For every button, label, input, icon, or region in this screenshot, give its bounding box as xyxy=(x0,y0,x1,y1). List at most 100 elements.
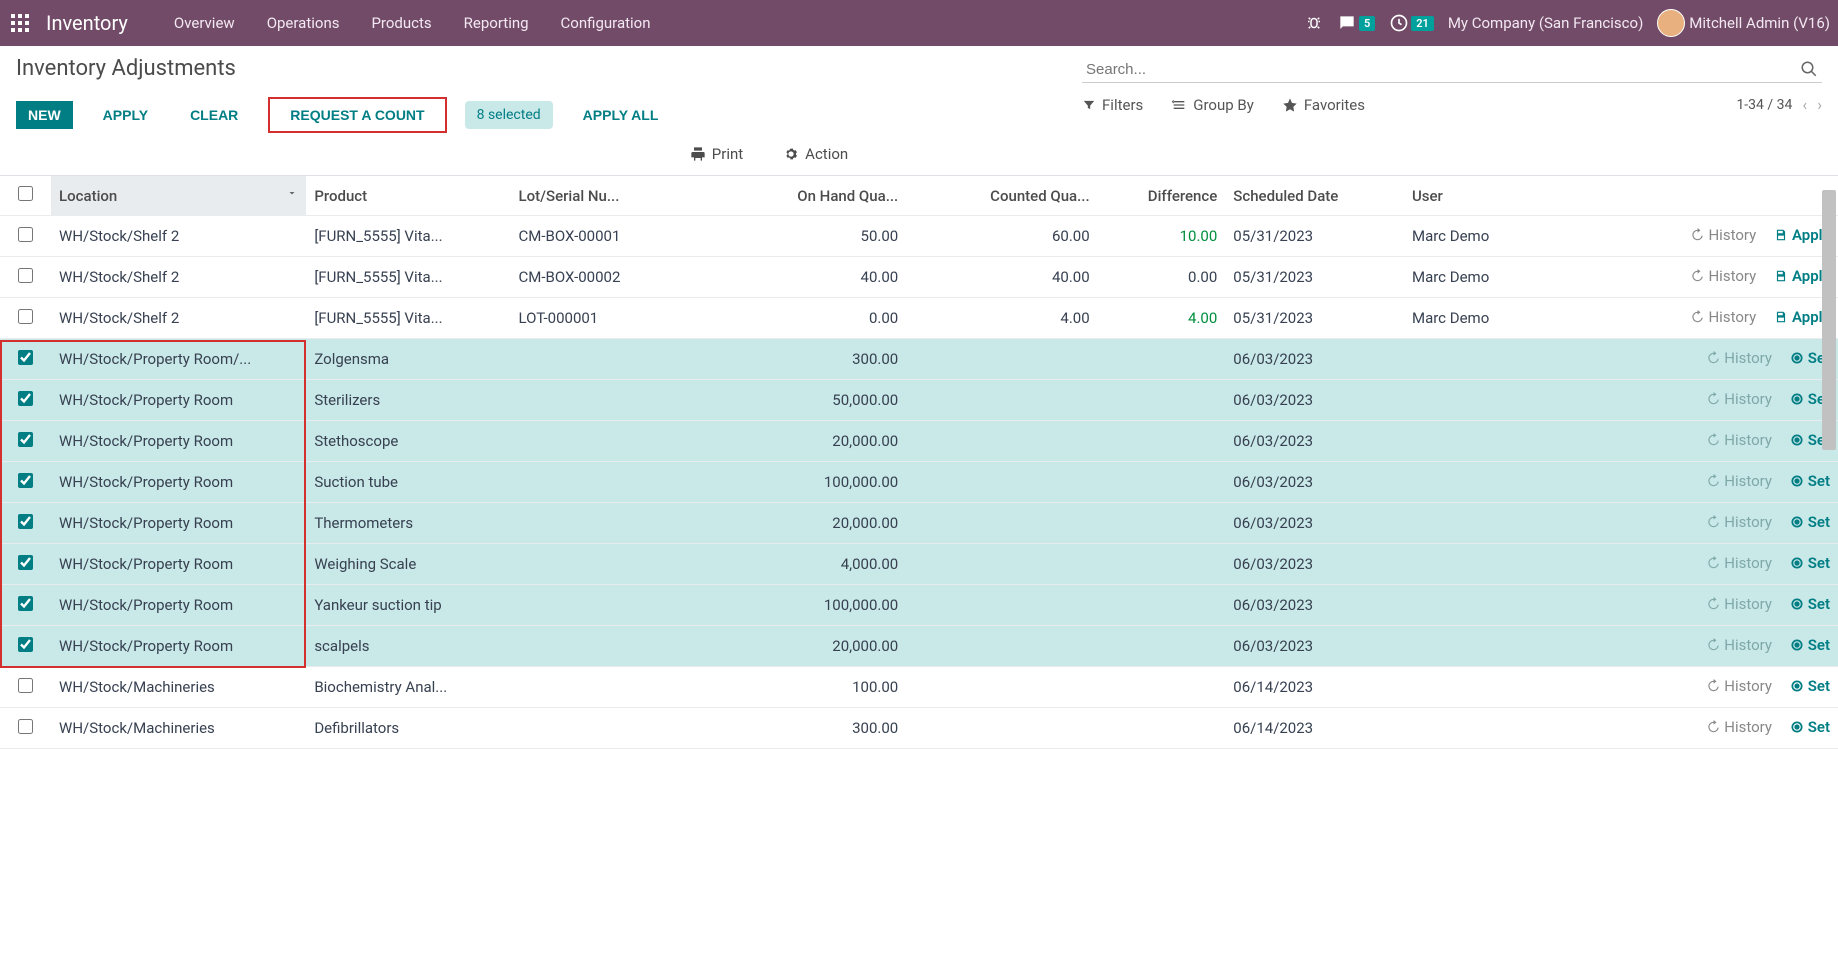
table-row[interactable]: WH/Stock/Property Room/... Zolgensma 300… xyxy=(0,339,1838,380)
select-all-checkbox[interactable] xyxy=(18,186,33,201)
cell-user[interactable]: Marc Demo xyxy=(1404,216,1608,257)
col-location[interactable]: Location xyxy=(51,176,306,216)
apps-icon[interactable] xyxy=(8,11,32,35)
table-row[interactable]: WH/Stock/Property Room Suction tube 100,… xyxy=(0,462,1838,503)
cell-product[interactable]: Thermometers xyxy=(306,503,510,544)
row-checkbox[interactable] xyxy=(18,268,33,283)
cell-user[interactable] xyxy=(1404,462,1608,503)
cell-lot[interactable] xyxy=(511,544,715,585)
cell-location[interactable]: WH/Stock/Machineries xyxy=(51,708,306,749)
search-input[interactable] xyxy=(1086,61,1800,78)
row-checkbox[interactable] xyxy=(18,596,33,611)
cell-difference[interactable] xyxy=(1098,503,1226,544)
pager-prev[interactable]: ‹ xyxy=(1802,95,1807,114)
cell-lot[interactable] xyxy=(511,339,715,380)
col-product[interactable]: Product xyxy=(306,176,510,216)
cell-product[interactable]: [FURN_5555] Vita... xyxy=(306,257,510,298)
cell-user[interactable] xyxy=(1404,626,1608,667)
cell-user[interactable]: Marc Demo xyxy=(1404,257,1608,298)
cell-scheduled[interactable]: 05/31/2023 xyxy=(1225,216,1404,257)
cell-location[interactable]: WH/Stock/Property Room xyxy=(51,421,306,462)
cell-counted[interactable] xyxy=(906,462,1097,503)
cell-lot[interactable]: CM-BOX-00002 xyxy=(511,257,715,298)
cell-lot[interactable] xyxy=(511,708,715,749)
cell-counted[interactable]: 4.00 xyxy=(906,298,1097,339)
row-history-button[interactable]: History xyxy=(1706,595,1772,613)
cell-scheduled[interactable]: 06/03/2023 xyxy=(1225,380,1404,421)
cell-user[interactable] xyxy=(1404,339,1608,380)
groupby-menu[interactable]: Group By xyxy=(1171,96,1254,114)
cell-difference[interactable] xyxy=(1098,585,1226,626)
cell-onhand[interactable]: 40.00 xyxy=(715,257,906,298)
cell-location[interactable]: WH/Stock/Property Room xyxy=(51,544,306,585)
cell-lot[interactable] xyxy=(511,667,715,708)
cell-location[interactable]: WH/Stock/Property Room xyxy=(51,585,306,626)
cell-product[interactable]: Biochemistry Anal... xyxy=(306,667,510,708)
cell-scheduled[interactable]: 06/14/2023 xyxy=(1225,667,1404,708)
filters-menu[interactable]: Filters xyxy=(1082,96,1143,114)
row-history-button[interactable]: History xyxy=(1706,636,1772,654)
search-icon[interactable] xyxy=(1800,60,1818,78)
new-button[interactable]: NEW xyxy=(16,101,73,129)
cell-difference[interactable] xyxy=(1098,626,1226,667)
cell-counted[interactable] xyxy=(906,339,1097,380)
cell-scheduled[interactable]: 06/03/2023 xyxy=(1225,585,1404,626)
row-checkbox[interactable] xyxy=(18,391,33,406)
table-row[interactable]: WH/Stock/Property Room scalpels 20,000.0… xyxy=(0,626,1838,667)
nav-operations[interactable]: Operations xyxy=(251,14,356,32)
cell-scheduled[interactable]: 06/03/2023 xyxy=(1225,626,1404,667)
cell-location[interactable]: WH/Stock/Property Room xyxy=(51,380,306,421)
col-onhand[interactable]: On Hand Qua... xyxy=(715,176,906,216)
chat-icon[interactable]: 5 xyxy=(1337,13,1375,33)
cell-scheduled[interactable]: 06/03/2023 xyxy=(1225,339,1404,380)
cell-user[interactable] xyxy=(1404,708,1608,749)
cell-location[interactable]: WH/Stock/Property Room xyxy=(51,462,306,503)
cell-scheduled[interactable]: 06/03/2023 xyxy=(1225,462,1404,503)
row-history-button[interactable]: History xyxy=(1706,390,1772,408)
row-checkbox[interactable] xyxy=(18,678,33,693)
row-checkbox[interactable] xyxy=(18,309,33,324)
row-checkbox[interactable] xyxy=(18,637,33,652)
row-checkbox[interactable] xyxy=(18,350,33,365)
row-checkbox[interactable] xyxy=(18,432,33,447)
cell-user[interactable] xyxy=(1404,585,1608,626)
cell-counted[interactable] xyxy=(906,544,1097,585)
col-scheduled[interactable]: Scheduled Date xyxy=(1225,176,1404,216)
cell-onhand[interactable]: 0.00 xyxy=(715,298,906,339)
bug-icon[interactable] xyxy=(1305,14,1323,32)
row-history-button[interactable]: History xyxy=(1690,308,1756,326)
row-checkbox[interactable] xyxy=(18,514,33,529)
cell-scheduled[interactable]: 05/31/2023 xyxy=(1225,257,1404,298)
cell-difference[interactable]: 4.00 xyxy=(1098,298,1226,339)
request-count-button[interactable]: REQUEST A COUNT xyxy=(278,101,436,129)
cell-difference[interactable] xyxy=(1098,421,1226,462)
cell-counted[interactable]: 40.00 xyxy=(906,257,1097,298)
selected-count-badge[interactable]: 8 selected xyxy=(465,101,553,129)
col-difference[interactable]: Difference xyxy=(1098,176,1226,216)
print-button[interactable]: Print xyxy=(690,145,743,163)
cell-location[interactable]: WH/Stock/Shelf 2 xyxy=(51,298,306,339)
row-history-button[interactable]: History xyxy=(1706,472,1772,490)
cell-counted[interactable] xyxy=(906,626,1097,667)
cell-difference[interactable] xyxy=(1098,339,1226,380)
cell-lot[interactable]: CM-BOX-00001 xyxy=(511,216,715,257)
cell-lot[interactable] xyxy=(511,503,715,544)
row-history-button[interactable]: History xyxy=(1706,349,1772,367)
cell-counted[interactable] xyxy=(906,585,1097,626)
cell-product[interactable]: scalpels xyxy=(306,626,510,667)
cell-onhand[interactable]: 100.00 xyxy=(715,667,906,708)
user-menu[interactable]: Mitchell Admin (V16) xyxy=(1657,9,1830,37)
action-button[interactable]: Action xyxy=(783,145,848,163)
row-history-button[interactable]: History xyxy=(1690,267,1756,285)
table-row[interactable]: WH/Stock/Property Room Sterilizers 50,00… xyxy=(0,380,1838,421)
col-lot[interactable]: Lot/Serial Nu... xyxy=(511,176,715,216)
cell-counted[interactable] xyxy=(906,380,1097,421)
cell-counted[interactable] xyxy=(906,421,1097,462)
cell-counted[interactable] xyxy=(906,667,1097,708)
row-checkbox[interactable] xyxy=(18,227,33,242)
table-row[interactable]: WH/Stock/Machineries Defibrillators 300.… xyxy=(0,708,1838,749)
cell-difference[interactable] xyxy=(1098,380,1226,421)
col-counted[interactable]: Counted Qua... xyxy=(906,176,1097,216)
cell-lot[interactable] xyxy=(511,380,715,421)
cell-user[interactable] xyxy=(1404,421,1608,462)
